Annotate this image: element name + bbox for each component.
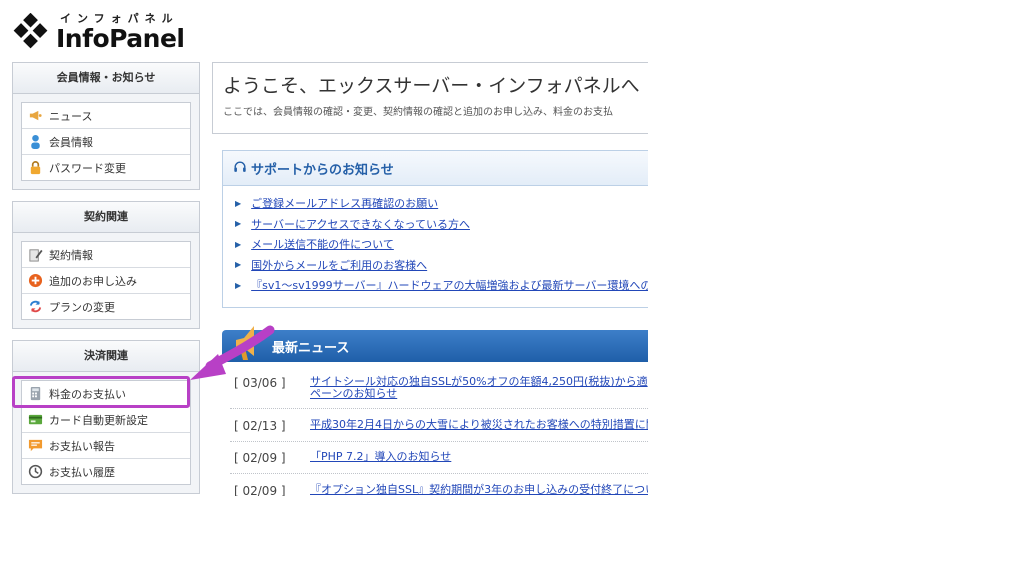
sidebar-item-label: お支払い報告 bbox=[49, 439, 115, 453]
news-title: 最新ニュース bbox=[272, 341, 350, 356]
sidebar-item-label: 契約情報 bbox=[49, 248, 93, 262]
sidebar-group-payment: 決済関連 料金のお支払い カード自動更新設定 お支払い報告 お支払い履歴 bbox=[12, 340, 200, 494]
news-link-continuation[interactable]: ペーンのお知らせ bbox=[310, 387, 397, 400]
plus-circle-icon bbox=[28, 273, 43, 288]
sidebar-list: ニュース 会員情報 パスワード変更 bbox=[21, 102, 191, 181]
triangle-bullet-icon: ▶ bbox=[235, 198, 242, 208]
support-link-item[interactable]: ▶ メール送信不能の件について bbox=[223, 234, 648, 255]
triangle-bullet-icon: ▶ bbox=[235, 280, 242, 290]
sidebar-group-contract: 契約関連 契約情報 追加のお申し込み プランの変更 bbox=[12, 201, 200, 329]
news-row: [ 02/09 ] 「PHP 7.2」導入のお知らせ bbox=[230, 451, 648, 474]
diamond-logo-icon bbox=[13, 13, 48, 49]
browser-viewport: インフォパネル InfoPanel 会員情報・お知らせ ニュース 会員情報 パス… bbox=[0, 0, 648, 496]
logo-name: InfoPanel bbox=[56, 24, 185, 53]
support-title: サポートからのお知らせ bbox=[251, 162, 394, 178]
sidebar-item-label: プランの変更 bbox=[49, 300, 115, 314]
credit-card-icon bbox=[28, 412, 43, 427]
sidebar-group-title: 決済関連 bbox=[13, 341, 199, 372]
support-link-item[interactable]: ▶ ご登録メールアドレス再確認のお願い bbox=[223, 193, 648, 214]
sidebar-item-contract-info[interactable]: 契約情報 bbox=[22, 242, 190, 268]
news-link-item[interactable]: 平成30年2月4日からの大雪により被災されたお客様への特別措置に関 bbox=[310, 419, 648, 431]
triangle-bullet-icon: ▶ bbox=[235, 239, 242, 249]
triangle-bullet-icon: ▶ bbox=[235, 260, 242, 270]
welcome-panel: ようこそ、エックスサーバー・インフォパネルへ ここでは、会員情報の確認・変更、契… bbox=[212, 62, 648, 134]
support-link[interactable]: ご登録メールアドレス再確認のお願い bbox=[251, 195, 438, 211]
news-date: [ 02/09 ] bbox=[234, 484, 286, 496]
support-link[interactable]: 『sv1～sv1999サーバー』ハードウェアの大幅増強および最新サーバー環境への bbox=[251, 277, 648, 293]
sidebar-group-member: 会員情報・お知らせ ニュース 会員情報 パスワード変更 bbox=[12, 62, 200, 190]
news-link-item[interactable]: 『オプション独自SSL』契約期間が3年のお申し込みの受付終了につい bbox=[310, 484, 648, 496]
news-link[interactable]: 「PHP 7.2」導入のお知らせ bbox=[310, 450, 451, 463]
news-link[interactable]: 平成30年2月4日からの大雪により被災されたお客様への特別措置に関 bbox=[310, 418, 648, 431]
news-date: [ 02/13 ] bbox=[234, 419, 286, 433]
sidebar-item-news[interactable]: ニュース bbox=[22, 103, 190, 129]
support-link[interactable]: 国外からメールをご利用のお客様へ bbox=[251, 257, 427, 273]
news-row: [ 03/06 ] サイトシール対応の独自SSLが50%オフの年額4,250円(… bbox=[230, 376, 648, 409]
sidebar-item-password[interactable]: パスワード変更 bbox=[22, 155, 190, 180]
news-row: [ 02/13 ] 平成30年2月4日からの大雪により被災されたお客様への特別措… bbox=[230, 419, 648, 442]
support-link-list: ▶ ご登録メールアドレス再確認のお願い ▶ サーバーにアクセスできなくなっている方へ… bbox=[223, 186, 648, 296]
news-date: [ 02/09 ] bbox=[234, 451, 286, 465]
highlight-box bbox=[12, 376, 190, 408]
headset-icon bbox=[233, 159, 247, 178]
support-link-item[interactable]: ▶ 国外からメールをご利用のお客様へ bbox=[223, 255, 648, 276]
sidebar-item-member-info[interactable]: 会員情報 bbox=[22, 129, 190, 155]
support-link-item[interactable]: ▶ 『sv1～sv1999サーバー』ハードウェアの大幅増強および最新サーバー環境へ… bbox=[223, 275, 648, 296]
megaphone-icon bbox=[28, 108, 43, 123]
sidebar-group-title: 会員情報・お知らせ bbox=[13, 63, 199, 94]
sidebar-item-label: 追加のお申し込み bbox=[49, 274, 137, 288]
triangle-bullet-icon: ▶ bbox=[235, 219, 242, 229]
user-icon bbox=[28, 134, 43, 149]
support-header: サポートからのお知らせ bbox=[223, 151, 648, 186]
sidebar-item-label: パスワード変更 bbox=[49, 161, 126, 175]
sidebar-item-plan-change[interactable]: プランの変更 bbox=[22, 294, 190, 319]
clock-icon bbox=[28, 464, 43, 479]
support-link[interactable]: メール送信不能の件について bbox=[251, 236, 394, 252]
news-link-item[interactable]: サイトシール対応の独自SSLが50%オフの年額4,250円(税抜)から適 ペーン… bbox=[310, 376, 648, 400]
chat-bubble-icon bbox=[28, 438, 43, 453]
page-title: ようこそ、エックスサーバー・インフォパネルへ bbox=[223, 75, 640, 97]
document-pen-icon bbox=[28, 247, 43, 262]
refresh-icon bbox=[28, 299, 43, 314]
news-header: 最新ニュース bbox=[222, 326, 648, 362]
sidebar-item-label: お支払い履歴 bbox=[49, 465, 115, 479]
news-link-item[interactable]: 「PHP 7.2」導入のお知らせ bbox=[310, 451, 451, 463]
sidebar-item-label: 会員情報 bbox=[49, 135, 93, 149]
sidebar-list: 契約情報 追加のお申し込み プランの変更 bbox=[21, 241, 191, 320]
sidebar-item-label: ニュース bbox=[49, 109, 93, 123]
sidebar-item-payment-history[interactable]: お支払い履歴 bbox=[22, 459, 190, 484]
support-link[interactable]: サーバーにアクセスできなくなっている方へ bbox=[251, 216, 470, 232]
support-notice-panel: サポートからのお知らせ ▶ ご登録メールアドレス再確認のお願い ▶ サーバーにアクセ… bbox=[222, 150, 648, 308]
news-link[interactable]: 『オプション独自SSL』契約期間が3年のお申し込みの受付終了につい bbox=[310, 483, 648, 496]
infopanel-logo[interactable]: インフォパネル InfoPanel bbox=[12, 8, 192, 56]
sidebar-item-label: カード自動更新設定 bbox=[49, 413, 148, 427]
page-subtitle: ここでは、会員情報の確認・変更、契約情報の確認と追加のお申し込み、料金のお支払 bbox=[223, 107, 613, 118]
sidebar-group-title: 契約関連 bbox=[13, 202, 199, 233]
news-date: [ 03/06 ] bbox=[234, 376, 286, 390]
megaphone-icon bbox=[236, 326, 261, 360]
lock-icon bbox=[28, 160, 43, 175]
news-row: [ 02/09 ] 『オプション独自SSL』契約期間が3年のお申し込みの受付終了… bbox=[230, 484, 648, 497]
sidebar-item-additional-order[interactable]: 追加のお申し込み bbox=[22, 268, 190, 294]
support-link-item[interactable]: ▶ サーバーにアクセスできなくなっている方へ bbox=[223, 214, 648, 235]
sidebar-item-card-auto-renew[interactable]: カード自動更新設定 bbox=[22, 407, 190, 433]
sidebar-item-payment-report[interactable]: お支払い報告 bbox=[22, 433, 190, 459]
